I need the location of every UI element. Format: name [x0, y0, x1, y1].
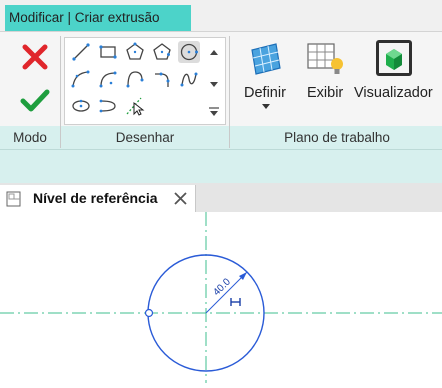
start-end-arc-icon	[71, 70, 90, 88]
group-separator	[60, 36, 61, 148]
pick-lines-tool[interactable]	[124, 95, 146, 117]
sketch-svg: 40.0	[0, 212, 442, 383]
ellipse-tool[interactable]	[70, 95, 92, 117]
viewer-icon	[376, 40, 412, 76]
circumscribed-polygon-icon	[153, 43, 171, 60]
scroll-down-icon[interactable]	[210, 82, 218, 87]
tangent-arc-icon	[126, 71, 144, 88]
gallery-scroll	[206, 38, 222, 122]
drawing-canvas[interactable]: 40.0	[0, 212, 442, 383]
fillet-arc-tool[interactable]	[151, 68, 173, 90]
ribbon-group-labels: Modo Desenhar Plano de trabalho	[0, 126, 442, 149]
group-mode-label: Modo	[13, 130, 47, 145]
tab-modify-create-extrusion[interactable]: Modificar | Criar extrusão	[5, 5, 191, 31]
define-workplane-icon	[251, 43, 281, 75]
center-ends-arc-tool[interactable]	[97, 68, 119, 90]
partial-ellipse-icon	[99, 99, 116, 113]
circumscribed-polygon-tool[interactable]	[151, 41, 173, 63]
line-tool[interactable]	[70, 41, 92, 63]
show-workplane-icon	[307, 43, 343, 74]
dimension-lock-icon[interactable]	[230, 298, 241, 306]
inscribed-polygon-tool[interactable]	[124, 41, 146, 63]
ellipse-icon	[72, 99, 90, 112]
start-end-arc-tool[interactable]	[70, 68, 92, 90]
floor-plan-icon	[6, 191, 21, 207]
options-bar	[0, 149, 442, 184]
view-close-icon[interactable]	[174, 192, 187, 205]
cancel-icon	[22, 44, 48, 70]
show-workplane-button[interactable]	[305, 40, 345, 78]
finish-icon	[20, 89, 50, 112]
show-label: Exibir	[307, 85, 344, 101]
gallery-expand-icon[interactable]	[210, 111, 218, 116]
group-draw-label: Desenhar	[115, 130, 175, 145]
partial-ellipse-tool[interactable]	[97, 95, 119, 117]
fillet-arc-icon	[155, 72, 170, 87]
group-workplane-label: Plano de trabalho	[284, 130, 390, 145]
center-arc-icon	[99, 71, 117, 88]
cancel-edit-button[interactable]	[20, 42, 50, 72]
radius-dimension-label[interactable]: 40.0	[211, 276, 233, 298]
circle-tool[interactable]	[178, 41, 200, 63]
rectangle-tool-icon	[99, 45, 117, 59]
snap-marker	[144, 308, 154, 318]
define-workplane-button[interactable]	[246, 40, 286, 78]
line-tool-icon	[72, 43, 90, 61]
circle-tool-icon	[180, 43, 198, 61]
scroll-up-icon[interactable]	[210, 50, 218, 55]
finish-edit-button[interactable]	[20, 88, 50, 114]
define-dropdown-icon[interactable]	[262, 104, 270, 110]
ribbon: Modificar | Criar extrusão Definir Exibi…	[0, 0, 442, 184]
svg-text:40.0: 40.0	[211, 276, 233, 298]
spline-tool[interactable]	[178, 68, 200, 90]
inscribed-polygon-icon	[126, 42, 144, 60]
viewer-label: Visualizador	[354, 85, 433, 101]
spline-icon	[180, 72, 198, 87]
group-separator	[229, 36, 230, 148]
view-tab[interactable]: Nível de referência	[0, 185, 196, 212]
define-label: Definir	[244, 85, 286, 101]
rectangle-tool[interactable]	[97, 41, 119, 63]
viewer-button[interactable]	[374, 38, 414, 78]
view-tab-title: Nível de referência	[33, 190, 158, 206]
tangent-arc-tool[interactable]	[124, 68, 146, 90]
pick-lines-icon	[126, 97, 145, 116]
